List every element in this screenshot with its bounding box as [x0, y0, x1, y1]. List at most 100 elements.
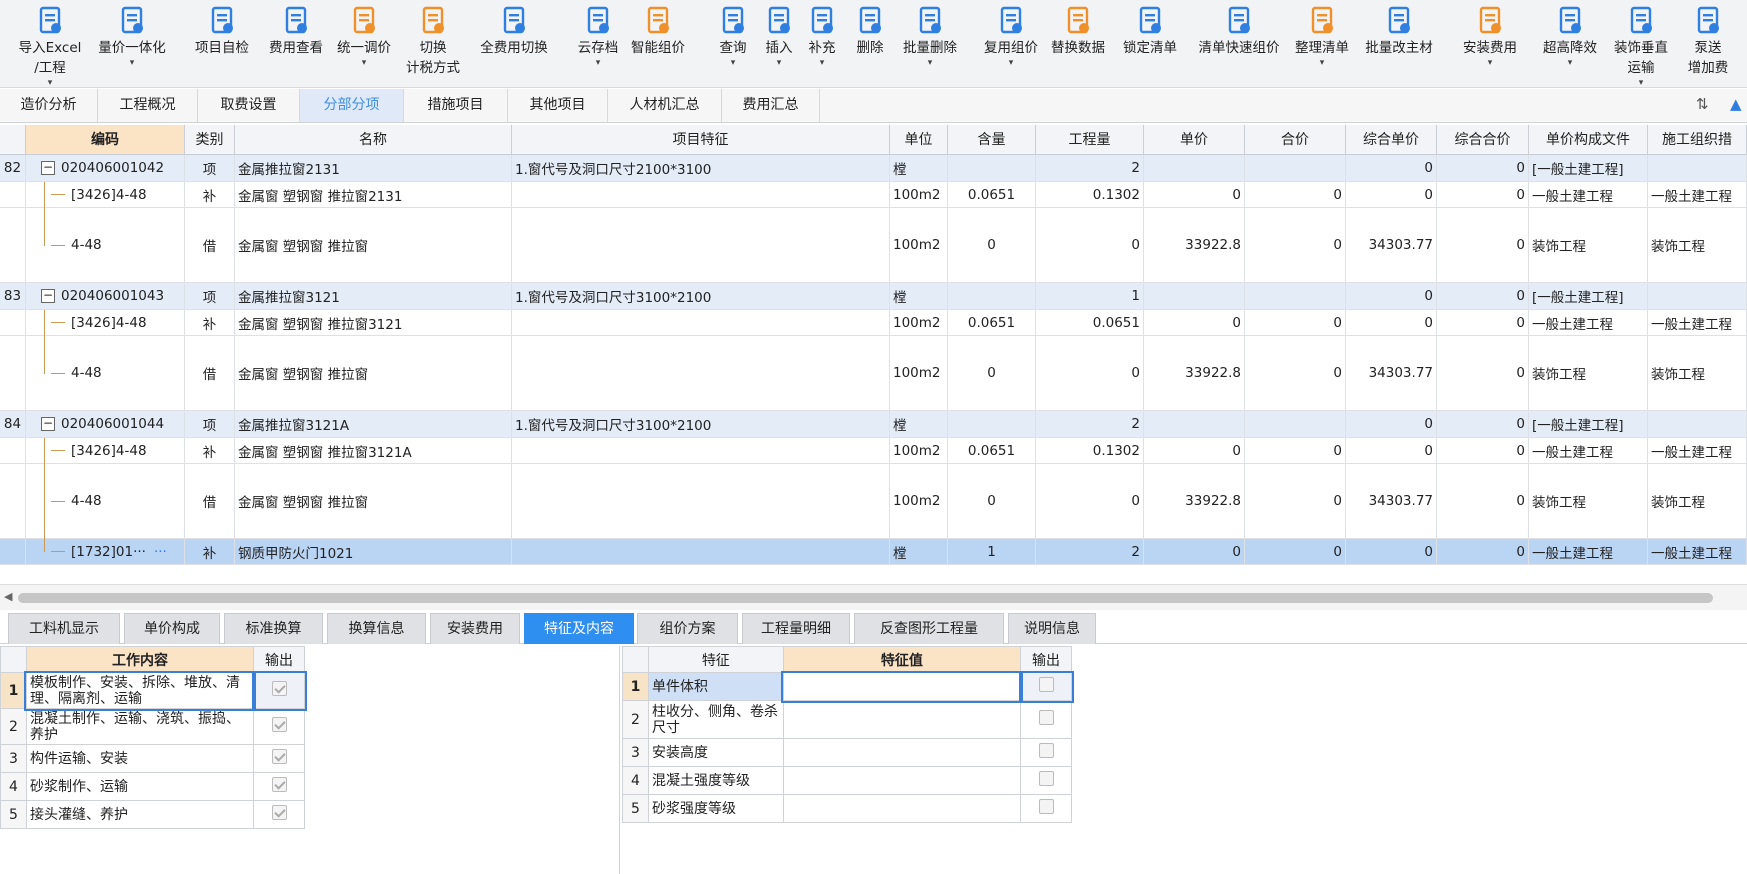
cell-content[interactable] — [948, 155, 1036, 181]
cell-code[interactable]: [3426]4-48 — [26, 310, 185, 335]
output-cell[interactable] — [1020, 738, 1072, 767]
cell-total[interactable] — [1245, 283, 1346, 309]
output-checkbox[interactable] — [271, 805, 287, 820]
up-arrow-icon[interactable]: ▲ — [1730, 95, 1742, 113]
work-content-row[interactable]: 3 构件运输、安装 — [0, 744, 305, 773]
cell-content[interactable]: 0 — [948, 336, 1036, 410]
feature-value-input[interactable] — [781, 670, 1023, 703]
feature-name[interactable]: 混凝土强度等级 — [647, 766, 784, 795]
cell-file[interactable]: [一般土建工程] — [1529, 155, 1648, 181]
work-content-row[interactable]: 2 混凝土制作、运输、浇筑、振捣、养护 — [0, 708, 305, 745]
bottom-tab-6[interactable]: 特征及内容 — [524, 613, 634, 644]
column-header-13[interactable]: 施工组织措 — [1648, 125, 1747, 155]
work-content-header[interactable]: 工作内容 — [25, 646, 255, 673]
cell-file[interactable]: 装饰工程 — [1529, 336, 1648, 410]
output-checkbox[interactable] — [1038, 710, 1054, 725]
cell-total[interactable]: 0 — [1245, 539, 1346, 564]
cell-utotal[interactable]: 0 — [1437, 438, 1529, 463]
cell-content[interactable]: 0 — [948, 464, 1036, 538]
cell-price[interactable]: 0 — [1144, 539, 1245, 564]
cell-name[interactable]: 金属推拉窗3121 — [235, 283, 512, 309]
cell-org[interactable]: 一般土建工程 — [1648, 539, 1747, 564]
tab-2[interactable]: 工程概况 — [98, 89, 198, 122]
table-row[interactable]: 4-48 借 金属窗 塑钢窗 推拉窗 100m2 0 0 33922.8 0 34303.77 0… — [0, 208, 1747, 283]
tab-5[interactable]: 措施项目 — [404, 89, 508, 122]
cell-code[interactable]: −020406001044 — [26, 411, 185, 437]
output-checkbox[interactable] — [1038, 743, 1054, 758]
table-row[interactable]: 4-48 借 金属窗 塑钢窗 推拉窗 100m2 0 0 33922.8 0 34303.77 0… — [0, 336, 1747, 411]
cell-feature[interactable] — [512, 208, 890, 282]
cell-unit[interactable]: 100m2 — [890, 208, 948, 282]
feature-name[interactable]: 柱收分、侧角、卷杀尺寸 — [647, 700, 784, 739]
cell-content[interactable]: 0.0651 — [948, 182, 1036, 207]
cell-qty[interactable]: 0 — [1036, 208, 1144, 282]
cell-code[interactable]: 4-48 — [26, 336, 185, 410]
cell-name[interactable]: 金属推拉窗2131 — [235, 155, 512, 181]
cell-total[interactable]: 0 — [1245, 438, 1346, 463]
cell-unit[interactable]: 100m2 — [890, 182, 948, 207]
column-header-0[interactable] — [0, 125, 26, 155]
cell-name[interactable]: 金属窗 塑钢窗 推拉窗 — [235, 336, 512, 410]
bottom-tab-10[interactable]: 说明信息 — [1008, 613, 1096, 644]
table-row[interactable]: 84−020406001044 项金属推拉窗3121A 1.窗代号及洞口尺寸3100… — [0, 411, 1747, 438]
cell-org[interactable]: 一般土建工程 — [1648, 438, 1747, 463]
cell-total[interactable]: 0 — [1245, 336, 1346, 410]
cell-file[interactable]: 装饰工程 — [1529, 208, 1648, 282]
cell-code[interactable]: [1732]01··· ··· — [26, 539, 185, 564]
column-header-10[interactable]: 综合单价 — [1346, 125, 1437, 155]
tab-8[interactable]: 费用汇总 — [722, 89, 820, 122]
cell-name[interactable]: 金属窗 塑钢窗 推拉窗 — [235, 208, 512, 282]
scrollbar-thumb[interactable] — [18, 593, 1713, 603]
bottom-tab-8[interactable]: 工程量明细 — [742, 613, 850, 644]
cell-utotal[interactable]: 0 — [1437, 539, 1529, 564]
column-header-3[interactable]: 名称 — [235, 125, 512, 155]
cell-total[interactable] — [1245, 411, 1346, 437]
cell-price[interactable]: 33922.8 — [1144, 208, 1245, 282]
cell-file[interactable]: [一般土建工程] — [1529, 283, 1648, 309]
bottom-tab-1[interactable]: 工料机显示 — [8, 613, 120, 644]
cell-feature[interactable] — [512, 438, 890, 463]
cell-org[interactable]: 装饰工程 — [1648, 464, 1747, 538]
column-header-11[interactable]: 综合合价 — [1437, 125, 1529, 155]
cell-org[interactable] — [1648, 283, 1747, 309]
cell-qty[interactable]: 0.1302 — [1036, 438, 1144, 463]
work-content-text[interactable]: 混凝土制作、运输、浇筑、振捣、养护 — [25, 708, 255, 745]
cell-uprice[interactable]: 34303.77 — [1346, 208, 1437, 282]
tab-3[interactable]: 取费设置 — [198, 89, 300, 122]
cell-file[interactable]: 一般土建工程 — [1529, 438, 1648, 463]
tab-4[interactable]: 分部分项 — [300, 89, 404, 122]
chevron-down-icon[interactable]: ▾ — [1586, 78, 1696, 88]
chevron-down-icon[interactable]: ▾ — [1267, 58, 1377, 68]
cell-feature[interactable] — [512, 336, 890, 410]
column-header-12[interactable]: 单价构成文件 — [1529, 125, 1648, 155]
cell-feature[interactable] — [512, 182, 890, 207]
output-cell[interactable] — [1020, 700, 1072, 739]
cell-file[interactable]: 一般土建工程 — [1529, 310, 1648, 335]
work-content-text[interactable]: 砂浆制作、运输 — [25, 772, 255, 801]
cell-unit[interactable]: 100m2 — [890, 310, 948, 335]
cell-name[interactable]: 金属窗 塑钢窗 推拉窗 — [235, 464, 512, 538]
cell-feature[interactable] — [512, 464, 890, 538]
work-content-row[interactable]: 1 模板制作、安装、拆除、堆放、清理、隔离剂、运输 — [0, 670, 307, 711]
cell-name[interactable]: 金属推拉窗3121A — [235, 411, 512, 437]
output-checkbox[interactable] — [271, 681, 287, 696]
output-checkbox[interactable] — [271, 777, 287, 792]
feature-name[interactable]: 安装高度 — [647, 738, 784, 767]
cell-unit[interactable]: 樘 — [890, 155, 948, 181]
bottom-tab-7[interactable]: 组价方案 — [637, 613, 738, 644]
output-cell[interactable] — [1018, 670, 1074, 703]
cell-org[interactable] — [1648, 155, 1747, 181]
column-header-8[interactable]: 单价 — [1144, 125, 1245, 155]
feature-row[interactable]: 4 混凝土强度等级 — [622, 766, 1072, 795]
cell-cat[interactable]: 项 — [185, 411, 235, 437]
output-checkbox[interactable] — [1038, 677, 1054, 692]
cell-uprice[interactable]: 34303.77 — [1346, 464, 1437, 538]
cell-unit[interactable]: 樘 — [890, 283, 948, 309]
cell-name[interactable]: 金属窗 塑钢窗 推拉窗3121A — [235, 438, 512, 463]
output-cell[interactable] — [251, 670, 307, 711]
output-checkbox[interactable] — [1038, 771, 1054, 786]
table-row[interactable]: 82−020406001042 项金属推拉窗2131 1.窗代号及洞口尺寸2100*… — [0, 155, 1747, 182]
cell-utotal[interactable]: 0 — [1437, 182, 1529, 207]
output-checkbox[interactable] — [1038, 799, 1054, 814]
collapse-icon[interactable]: − — [41, 161, 55, 175]
